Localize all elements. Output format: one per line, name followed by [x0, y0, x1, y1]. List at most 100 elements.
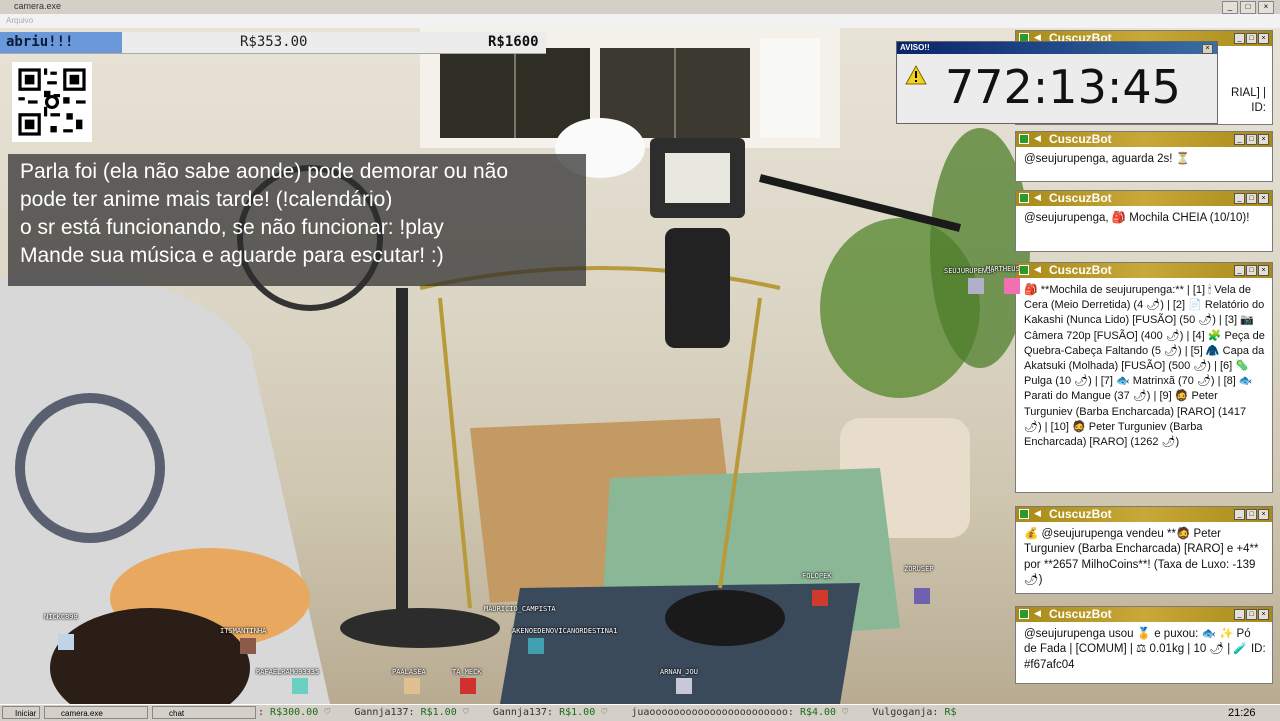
viewer-name: ZORUSEP	[904, 565, 934, 573]
bot-window: ◀ CuscuzBot _ □ × @seujurupenga, 🎒 Mochila…	[1015, 190, 1273, 252]
bot-icon	[1019, 193, 1029, 203]
bot-message: @seujurupenga usou 🏅 e puxou: 🐟 ✨ Pó de …	[1024, 628, 1266, 671]
viewer-name: ITSMANTINHA	[220, 627, 267, 635]
close-icon[interactable]: ×	[1258, 134, 1269, 145]
viewer-avatar	[240, 638, 256, 654]
menu-bar: Arquivo	[0, 14, 1280, 28]
bot-window-titlebar: ◀ CuscuzBot _ □ ×	[1016, 507, 1272, 522]
taskbar-item-camera[interactable]: camera.exe	[44, 706, 148, 719]
close-icon[interactable]: ×	[1258, 609, 1269, 620]
bot-name: CuscuzBot	[1049, 507, 1112, 521]
bot-window-titlebar: ◀ CuscuzBot _ □ ×	[1016, 263, 1272, 278]
minimize-icon[interactable]: _	[1234, 509, 1245, 520]
bot-window-titlebar: ◀ CuscuzBot _ □ ×	[1016, 191, 1272, 206]
viewer-name: FOLOPEK	[802, 572, 832, 580]
speaker-icon: ◀	[1034, 508, 1041, 518]
warning-icon	[905, 64, 927, 90]
viewer-avatar	[460, 678, 476, 694]
bot-message: 🎒 **Mochila de seujurupenga:** | [1] 🕯 V…	[1024, 284, 1265, 449]
maximize-button[interactable]: □	[1240, 1, 1256, 14]
close-icon[interactable]: ×	[1258, 193, 1269, 204]
donation-stats-bar: abriu!!! R$353.00 R$1600	[0, 32, 546, 54]
start-button[interactable]: Iniciar	[2, 706, 40, 719]
viewer-name: TA_MECK	[452, 668, 482, 676]
close-button[interactable]: ×	[1258, 1, 1274, 14]
minimize-icon[interactable]: _	[1234, 265, 1245, 276]
viewer-name: PAALASEA	[392, 668, 426, 676]
maximize-icon[interactable]: □	[1246, 134, 1257, 145]
maximize-icon[interactable]: □	[1246, 265, 1257, 276]
taskbar-item-chat[interactable]: chat	[152, 706, 256, 719]
minimize-icon[interactable]: _	[1234, 609, 1245, 620]
qr-code-image	[12, 62, 92, 142]
window-titlebar: camera.exe _ □ ×	[0, 0, 1280, 15]
minimize-icon[interactable]: _	[1234, 134, 1245, 145]
viewer-avatar	[404, 678, 420, 694]
speaker-icon: ◀	[1034, 133, 1041, 143]
bot-name: CuscuzBot	[1049, 132, 1112, 146]
viewer-name: NICKC898	[44, 613, 78, 621]
announcement-line: o sr está funcionando, se não funcionar:…	[20, 216, 444, 239]
ticker-entry: Gannja137: R$1.00 ♡	[354, 707, 469, 718]
speaker-icon: ◀	[1034, 192, 1041, 202]
bot-icon	[1019, 265, 1029, 275]
maximize-icon[interactable]: □	[1246, 509, 1257, 520]
bot-name: CuscuzBot	[1049, 607, 1112, 621]
minimize-icon[interactable]: _	[1234, 33, 1245, 44]
announcement-panel: Parla foi (ela não sabe aonde) pode demo…	[8, 154, 586, 286]
ticker-entry: : R$300.00 ♡	[258, 707, 331, 718]
bot-window: ◀ CuscuzBot _ □ × @seujurupenga, aguarda 2…	[1015, 131, 1273, 182]
viewer-avatar	[968, 278, 984, 294]
taskbar: Iniciar camera.exe chat : R$300.00 ♡ Gan…	[0, 704, 1280, 721]
bot-message: 💰 @seujurupenga vendeu **🧔 Peter Turguni…	[1024, 528, 1259, 586]
stats-current-value: R$353.00	[240, 34, 308, 50]
bot-window-inventory: ◀ CuscuzBot _ □ × 🎒 **Mochila de seujurupe…	[1015, 262, 1273, 493]
minimize-icon[interactable]: _	[1234, 193, 1245, 204]
ticker-entry: Vulgoganja: R$	[872, 707, 957, 718]
viewer-avatar	[58, 634, 74, 650]
bot-icon	[1019, 609, 1029, 619]
viewer-avatar	[914, 588, 930, 604]
bot-icon	[1019, 134, 1029, 144]
taskbar-clock: 21:26	[1228, 707, 1256, 719]
qr-code	[12, 62, 92, 142]
viewer-avatar	[292, 678, 308, 694]
maximize-icon[interactable]: □	[1246, 33, 1257, 44]
bot-name: CuscuzBot	[1049, 191, 1112, 205]
bot-window-titlebar: ◀ CuscuzBot _ □ ×	[1016, 607, 1272, 622]
stats-label: abriu!!!	[0, 32, 122, 53]
ticker-entry: Gannja137: R$1.00 ♡	[492, 707, 608, 718]
viewer-name: MAURICIO_CAMPISTA	[484, 605, 556, 613]
viewer-avatar	[676, 678, 692, 694]
ticker-entry: juaooooooooooooooooooooooo: R$4.00 ♡	[631, 707, 849, 718]
donation-ticker: : R$300.00 ♡ Gannja137: R$1.00 ♡ Gannja1…	[258, 705, 1208, 721]
warning-titlebar: AVISO!!	[897, 42, 1217, 54]
announcement-line: Parla foi (ela não sabe aonde) pode demo…	[20, 160, 509, 183]
speaker-icon: ◀	[1034, 608, 1041, 618]
warning-close-button[interactable]: ×	[1202, 44, 1213, 54]
close-icon[interactable]: ×	[1258, 509, 1269, 520]
announcement-line: pode ter anime mais tarde! (!calendário)	[20, 188, 393, 211]
announcement-line: Mande sua música e aguarde para escutar!…	[20, 244, 444, 267]
maximize-icon[interactable]: □	[1246, 193, 1257, 204]
bot-icon	[1019, 509, 1029, 519]
viewer-avatar	[812, 590, 828, 606]
close-icon[interactable]: ×	[1258, 33, 1269, 44]
viewer-avatar	[1004, 278, 1020, 294]
close-icon[interactable]: ×	[1258, 265, 1269, 276]
menu-file[interactable]: Arquivo	[6, 16, 33, 25]
maximize-icon[interactable]: □	[1246, 609, 1257, 620]
viewer-avatar	[528, 638, 544, 654]
window-title: camera.exe	[14, 1, 62, 11]
viewer-name: AKENOEDENOVICANORDESTINA1	[512, 627, 618, 635]
bot-window-titlebar: ◀ CuscuzBot _ □ ×	[1016, 132, 1272, 147]
bot-window-pull: ◀ CuscuzBot _ □ × @seujurupenga usou 🏅 e p…	[1015, 606, 1273, 684]
viewer-name: MARTHEUS	[986, 265, 1020, 273]
viewer-name: ARNAN_JOU	[660, 668, 698, 676]
bot-window-sale: ◀ CuscuzBot _ □ × 💰 @seujurupenga vendeu *…	[1015, 506, 1273, 594]
bot-name: CuscuzBot	[1049, 263, 1112, 277]
warning-window: AVISO!! × 772:13:45	[896, 41, 1218, 124]
speaker-icon: ◀	[1034, 264, 1041, 274]
minimize-button[interactable]: _	[1222, 1, 1238, 14]
stats-goal-value: R$1600	[488, 34, 539, 50]
